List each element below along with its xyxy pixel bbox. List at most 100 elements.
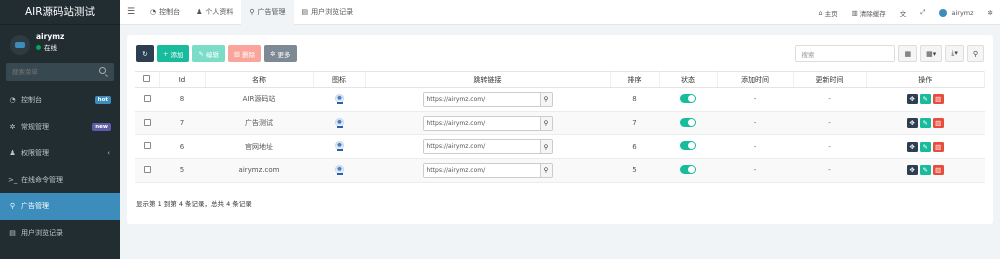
export-button[interactable]: ⤓▾: [945, 45, 964, 62]
select-all-checkbox[interactable]: [143, 75, 151, 82]
sidebar-item-general[interactable]: ✲ 常规管理 new: [0, 114, 120, 141]
col-actions: 操作: [866, 71, 985, 88]
col-name[interactable]: 名称: [205, 71, 314, 88]
sidebar-item-dashboard[interactable]: ◔ 控制台 hot: [0, 87, 120, 114]
app-logo[interactable]: AIR源码站测试: [0, 0, 120, 25]
ad-image-icon[interactable]: [334, 164, 344, 175]
col-add-time[interactable]: 添加时间: [717, 71, 794, 88]
status-toggle[interactable]: [680, 164, 696, 174]
drag-sort-button[interactable]: ✥: [906, 165, 918, 176]
link-icon: ⚲: [9, 202, 16, 211]
tab-label: 控制台: [159, 8, 181, 16]
col-id[interactable]: Id: [159, 71, 206, 88]
sidebar-item-auth[interactable]: ♟ 权限管理 ‹: [0, 140, 120, 167]
clear-cache-label: 清除缓存: [859, 9, 886, 18]
tab-browse-log[interactable]: ▤ 用户浏览记录: [294, 0, 362, 25]
gear-icon: ✲: [270, 49, 276, 58]
cell-sort: 7: [610, 111, 659, 136]
navbar-right: ⌂ 主页 ▥ 清除缓存 文 ⤢ airymz ✲: [811, 0, 1000, 25]
row-delete-button[interactable]: ▥: [932, 141, 944, 152]
refresh-button[interactable]: ↻: [136, 45, 154, 62]
link-icon[interactable]: ⚲: [539, 116, 552, 130]
row-edit-button[interactable]: ✎: [919, 141, 931, 152]
cell-icon: [313, 158, 365, 183]
link-input[interactable]: https://airymz.com/: [423, 116, 540, 130]
settings-button[interactable]: ✲: [981, 0, 1000, 25]
link-input[interactable]: https://airymz.com/: [423, 140, 540, 154]
row-edit-button[interactable]: ✎: [919, 94, 931, 105]
cell-update-time: -: [793, 111, 866, 136]
nav-tabs: ◔ 控制台 ♟ 个人资料 ⚲ 广告管理 ▤ 用户浏览记录: [142, 0, 361, 25]
table-row[interactable]: 7 广告测试 https://airymz.com/ ⚲ 7 - - ✥ ✎ ▥: [135, 111, 985, 136]
link-icon[interactable]: ⚲: [539, 163, 552, 177]
drag-sort-button[interactable]: ✥: [906, 141, 918, 152]
cell-id: 8: [159, 87, 205, 112]
table-row[interactable]: 5 airymz.com https://airymz.com/ ⚲ 5 - -…: [135, 158, 985, 183]
row-delete-button[interactable]: ▥: [932, 118, 944, 129]
clear-cache-button[interactable]: ▥ 清除缓存: [845, 0, 893, 25]
row-checkbox[interactable]: [143, 94, 151, 102]
ad-image-icon[interactable]: [334, 93, 344, 104]
row-delete-button[interactable]: ▥: [932, 94, 944, 105]
table-row[interactable]: 6 官网地址 https://airymz.com/ ⚲ 6 - - ✥ ✎ ▥: [135, 134, 985, 160]
refresh-icon: ↻: [142, 49, 148, 58]
ad-image-icon[interactable]: [334, 141, 344, 152]
sidebar-item-command[interactable]: >_ 在线命令管理: [0, 167, 120, 194]
cell-status: [659, 134, 717, 160]
status-toggle[interactable]: [680, 93, 696, 103]
table-row[interactable]: 8 AIR源码站 https://airymz.com/ ⚲ 8 - - ✥ ✎: [135, 87, 985, 112]
columns-button[interactable]: ▦▾: [920, 45, 943, 62]
home-label: 主页: [824, 9, 838, 18]
select-all-cell: [135, 71, 160, 88]
plus-icon: +: [163, 49, 169, 58]
row-delete-button[interactable]: ▥: [932, 165, 944, 176]
columns-icon: ▦▾: [926, 49, 937, 58]
cell-status: [659, 158, 717, 183]
row-checkbox[interactable]: [143, 165, 151, 173]
row-checkbox[interactable]: [143, 118, 151, 126]
sidebar-menu: ◔ 控制台 hot ✲ 常规管理 new ♟ 权限管理 ‹ >_ 在线命令管理 …: [0, 87, 120, 246]
tab-dashboard[interactable]: ◔ 控制台: [142, 0, 188, 25]
delete-button[interactable]: ▥ 删除: [227, 45, 262, 62]
add-button[interactable]: + 添加: [157, 45, 190, 62]
user-menu[interactable]: airymz: [932, 0, 980, 25]
sidebar-item-browse-log[interactable]: ▤ 用户浏览记录: [0, 220, 120, 247]
table-toolbar: ↻ + 添加 ✎ 编辑 ▥ 删除 ✲ 更多: [136, 45, 297, 62]
col-update-time[interactable]: 更新时间: [793, 71, 867, 88]
status-toggle[interactable]: [680, 141, 696, 151]
tab-ads[interactable]: ⚲ 广告管理: [241, 0, 294, 25]
status-toggle[interactable]: [680, 117, 696, 127]
fullscreen-button[interactable]: ⤢: [913, 0, 932, 25]
more-button[interactable]: ✲ 更多: [264, 45, 297, 62]
col-status[interactable]: 状态: [659, 71, 718, 88]
link-input[interactable]: https://airymz.com/: [423, 163, 540, 177]
link-icon[interactable]: ⚲: [539, 92, 552, 106]
col-link[interactable]: 跳转链接: [365, 71, 611, 88]
tab-profile[interactable]: ♟ 个人资料: [188, 0, 241, 25]
cell-sort: 6: [610, 134, 659, 160]
menu-toggle-icon[interactable]: ☰: [120, 7, 142, 17]
row-edit-button[interactable]: ✎: [919, 165, 931, 176]
cell-actions: ✥ ✎ ▥: [866, 111, 985, 136]
col-sort[interactable]: 排序: [610, 71, 660, 88]
sidebar-item-ads[interactable]: ⚲ 广告管理: [0, 193, 120, 220]
language-button[interactable]: 文: [893, 0, 914, 25]
drag-sort-button[interactable]: ✥: [906, 118, 918, 129]
col-icon[interactable]: 图标: [313, 71, 366, 88]
row-edit-button[interactable]: ✎: [919, 118, 931, 129]
terminal-icon: >_: [8, 175, 18, 184]
cell-add-time: -: [717, 134, 793, 160]
search-icon[interactable]: [99, 67, 106, 74]
link-input[interactable]: https://airymz.com/: [423, 92, 540, 106]
advanced-search-button[interactable]: ⚲: [966, 45, 984, 62]
sidebar-search-input[interactable]: [6, 63, 114, 81]
table-search-input[interactable]: 搜索: [795, 45, 896, 62]
edit-button[interactable]: ✎ 编辑: [192, 45, 225, 62]
row-select-cell: [135, 111, 159, 136]
toggle-view-button[interactable]: ▦: [898, 45, 918, 62]
link-icon[interactable]: ⚲: [539, 140, 552, 154]
ad-image-icon[interactable]: [334, 117, 344, 128]
home-link[interactable]: ⌂ 主页: [811, 0, 844, 25]
drag-sort-button[interactable]: ✥: [906, 94, 918, 105]
row-checkbox[interactable]: [143, 142, 151, 150]
